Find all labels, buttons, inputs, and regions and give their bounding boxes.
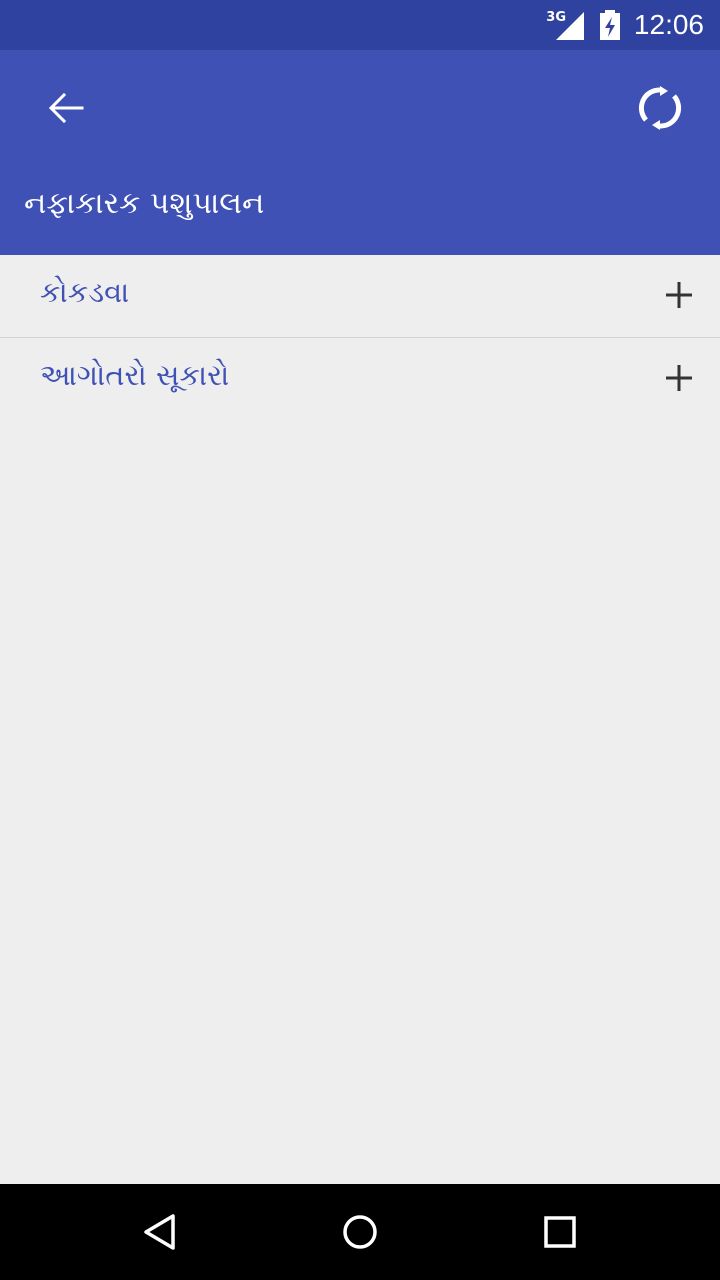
category-list: કોકડવા આગોતરો સૂકારો: [0, 255, 720, 421]
status-bar: 3G 12:06: [0, 0, 720, 50]
list-item-label: કોકડવા: [40, 275, 130, 309]
signal-icon: [556, 12, 584, 40]
nav-home-button[interactable]: [336, 1208, 384, 1256]
back-arrow-icon: [48, 92, 84, 124]
plus-icon[interactable]: [664, 363, 694, 393]
battery-charging-icon: [600, 10, 620, 40]
refresh-icon: [638, 86, 682, 130]
nav-back-button[interactable]: [136, 1208, 184, 1256]
app-bar: નફાકારક પશુપાલન: [0, 50, 720, 255]
nav-recents-icon: [544, 1216, 576, 1248]
plus-icon[interactable]: [664, 280, 694, 310]
list-item-label: આગોતરો સૂકારો: [40, 358, 230, 392]
nav-recents-button[interactable]: [536, 1208, 584, 1256]
clock: 12:06: [633, 9, 704, 40]
nav-home-icon: [343, 1215, 377, 1249]
back-button[interactable]: [40, 82, 92, 134]
navigation-bar: [0, 1184, 720, 1280]
list-item[interactable]: કોકડવા: [0, 255, 720, 338]
refresh-button[interactable]: [632, 80, 688, 136]
list-item[interactable]: આગોતરો સૂકારો: [0, 338, 720, 421]
page-title: નફાકારક પશુપાલન: [24, 186, 265, 221]
nav-back-icon: [144, 1214, 175, 1250]
